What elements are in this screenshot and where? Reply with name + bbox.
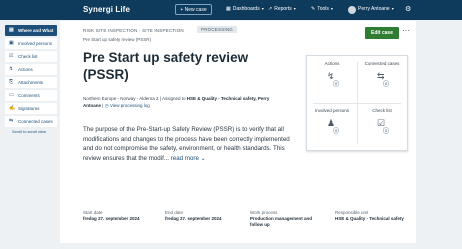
tile-actions[interactable]: Actions ↯ 0 — [307, 56, 357, 103]
chevron-down-icon: ▾ — [391, 6, 394, 11]
dashboard-icon: ▦ — [226, 6, 231, 12]
sidebar-item-where-and-what[interactable]: ▤ Where and What — [5, 25, 57, 36]
nav-tools-label: Tools — [317, 6, 329, 12]
actions-icon: ↯ — [9, 66, 14, 72]
comment-icon: ▭ — [9, 92, 14, 98]
app-brand[interactable]: Synergi Life — [83, 5, 130, 14]
status-badge: PROCESSING — [197, 26, 238, 33]
tile-count: 0 — [333, 80, 340, 87]
nav-dashboards-label: Dashboards — [232, 6, 260, 12]
sidebar-item-check-list[interactable]: ☑ Check list — [5, 51, 57, 62]
tile-count: 0 — [383, 80, 390, 87]
work-process-field: Work process Production management and f… — [250, 210, 313, 227]
tile-count: 0 — [383, 127, 390, 134]
end-date-field: End date fredag 27. september 2024 — [165, 210, 222, 221]
checklist-icon: ☑ — [9, 53, 14, 59]
summary-tiles: Actions ↯ 0 Connected cases ⇆ 0 Involved… — [306, 55, 408, 151]
case-type-breadcrumb: RISK SITE INSPECTION · SITE INSPECTION — [83, 28, 184, 33]
responsible-unit-field: Responsible unit HSE & Quality - Technic… — [335, 210, 404, 221]
tools-icon: ✎ — [311, 6, 316, 12]
chevron-down-icon: ▾ — [261, 6, 264, 11]
tile-check-list[interactable]: Check list ☑ 0 — [357, 103, 407, 150]
sidebar-item-comments[interactable]: ▭ Comments — [5, 90, 57, 101]
sidebar-item-signatures[interactable]: ✍ Signatures — [5, 103, 57, 114]
processing-log-link[interactable]: ◷ View processing log — [105, 103, 150, 108]
new-case-button[interactable]: + New case — [175, 4, 212, 15]
sidebar-item-actions[interactable]: ↯ Actions — [5, 64, 57, 75]
sidebar-item-attachments[interactable]: ⎘ Attachments — [5, 77, 57, 88]
nav-tools[interactable]: ✎ Tools ▾ — [311, 6, 333, 12]
attachment-icon: ⎘ — [9, 79, 14, 85]
nav-dashboards[interactable]: ▦ Dashboards ▾ — [226, 6, 264, 12]
nav-reports-label: Reports — [274, 6, 292, 12]
user-avatar[interactable] — [348, 6, 356, 14]
chevron-down-icon: ▾ — [293, 6, 296, 11]
more-options-icon[interactable]: ⋯ — [402, 26, 410, 35]
nav-user[interactable]: Perry Antoane ▾ — [358, 6, 394, 12]
tile-involved-persons[interactable]: Involved persons ♟ 0 — [307, 103, 357, 150]
edit-case-button[interactable]: Edit case — [365, 27, 399, 39]
scroll-view-link[interactable]: Scroll to scroll view — [5, 129, 57, 134]
case-subtitle: Pre Start up safety review (PSSR) — [83, 37, 152, 42]
case-meta: Northern Europe - Norway - Alderna 2 | A… — [83, 96, 283, 109]
case-card: RISK SITE INSPECTION · SITE INSPECTION P… — [60, 21, 416, 243]
nav-user-label: Perry Antoane — [358, 6, 390, 12]
connected-cases-icon: ⇆ — [9, 118, 14, 124]
case-description: The purpose of the Pre-Start-up Safety R… — [83, 125, 293, 163]
read-more-link[interactable]: read more ⌄ — [171, 155, 206, 162]
persons-icon: ▣ — [9, 40, 14, 46]
signature-icon: ✍ — [9, 105, 16, 111]
tile-count: 0 — [333, 127, 340, 134]
meta-location: Northern Europe - Norway - Alderna 2 — [83, 96, 159, 101]
list-icon: ▤ — [9, 27, 14, 33]
top-nav-bar: Synergi Life + New case ▦ Dashboards ▾ ↗ Re… — [0, 0, 462, 20]
nav-reports[interactable]: ↗ Reports ▾ — [268, 6, 296, 12]
tile-connected-cases[interactable]: Connected cases ⇆ 0 — [357, 56, 407, 103]
reports-icon: ↗ — [268, 6, 273, 12]
section-sidebar: ▤ Where and What ▣ Involved persons ☑ Check… — [5, 25, 57, 134]
sidebar-item-connected-cases[interactable]: ⇆ Connected cases — [5, 116, 57, 127]
chevron-down-icon: ▾ — [330, 6, 333, 11]
meta-assigned-label: Assigned to — [161, 96, 186, 101]
page-title: Pre Start up safety review (PSSR) — [83, 50, 249, 82]
start-date-field: Start date fredag 27. september 2024 — [83, 210, 140, 221]
settings-gear-icon[interactable]: ⚙ — [405, 5, 411, 13]
sidebar-item-involved-persons[interactable]: ▣ Involved persons — [5, 38, 57, 49]
